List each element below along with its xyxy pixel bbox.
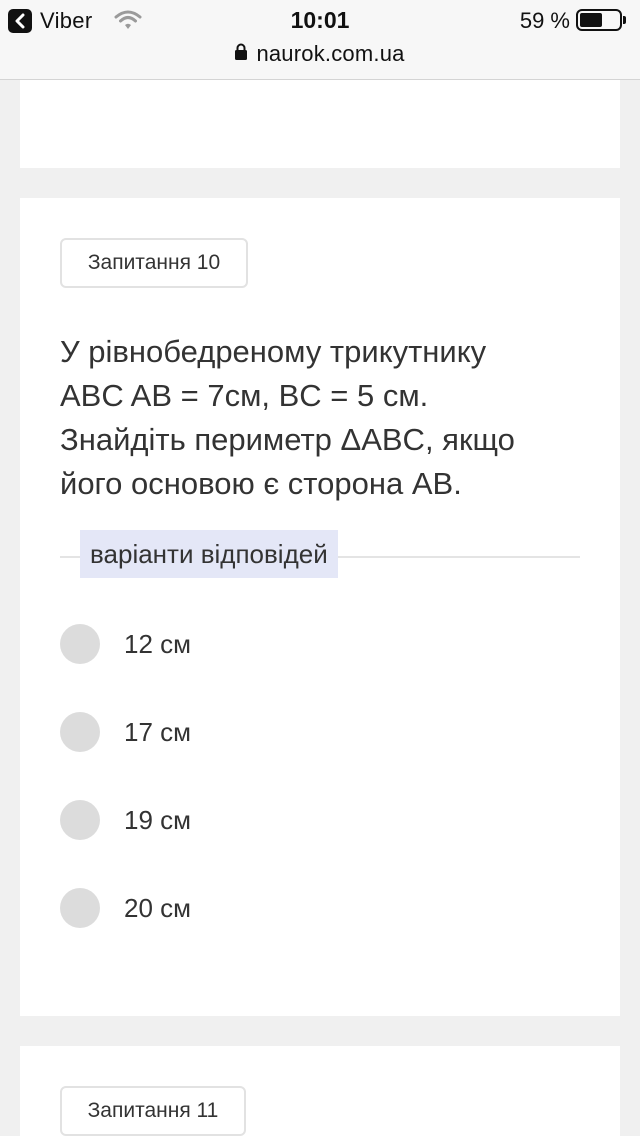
lock-icon <box>235 43 248 65</box>
answer-label: 20 см <box>124 892 192 923</box>
answer-option[interactable]: 20 см <box>60 888 191 928</box>
next-question-card: Запитання 11 <box>20 1046 620 1136</box>
battery-level <box>580 13 602 27</box>
radio-button[interactable] <box>60 712 100 752</box>
question-text: У рівнобедреному трикутнику ABC AB = 7см… <box>60 330 580 506</box>
question-number-badge: Запитання 10 <box>60 238 248 288</box>
radio-button[interactable] <box>60 800 100 840</box>
question-text-line: У рівнобедреному трикутнику <box>60 334 487 369</box>
question-card: Запитання 10 У рівнобедреному трикутнику… <box>20 198 620 1016</box>
answer-option[interactable]: 17 см <box>60 712 191 752</box>
answer-label: 17 см <box>124 716 192 747</box>
answer-label: 19 см <box>124 804 192 835</box>
battery-icon <box>576 9 622 31</box>
battery-tip <box>623 16 626 24</box>
radio-button[interactable] <box>60 624 100 664</box>
radio-button[interactable] <box>60 888 100 928</box>
answers-header: варіанти відповідей <box>80 530 338 578</box>
battery-percent: 59 % <box>519 8 570 33</box>
previous-question-card <box>20 80 620 168</box>
question-text-line: Знайдіть периметр ΔABC, якщо <box>60 422 515 457</box>
answer-label: 12 см <box>124 628 192 659</box>
question-text-line: його основою є сторона AB. <box>60 466 462 501</box>
address-bar[interactable]: naurok.com.ua <box>0 41 640 67</box>
question-text-line: ABC AB = 7см, BC = 5 см. <box>60 378 429 413</box>
status-bar: Viber 10:01 59 % <box>0 0 640 40</box>
question-number-badge: Запитання 11 <box>60 1086 246 1136</box>
answer-option[interactable]: 12 см <box>60 624 191 664</box>
browser-top-bar: Viber 10:01 59 % naurok.com.ua <box>0 0 640 80</box>
answer-option[interactable]: 19 см <box>60 800 191 840</box>
url-text: naurok.com.ua <box>256 41 405 66</box>
